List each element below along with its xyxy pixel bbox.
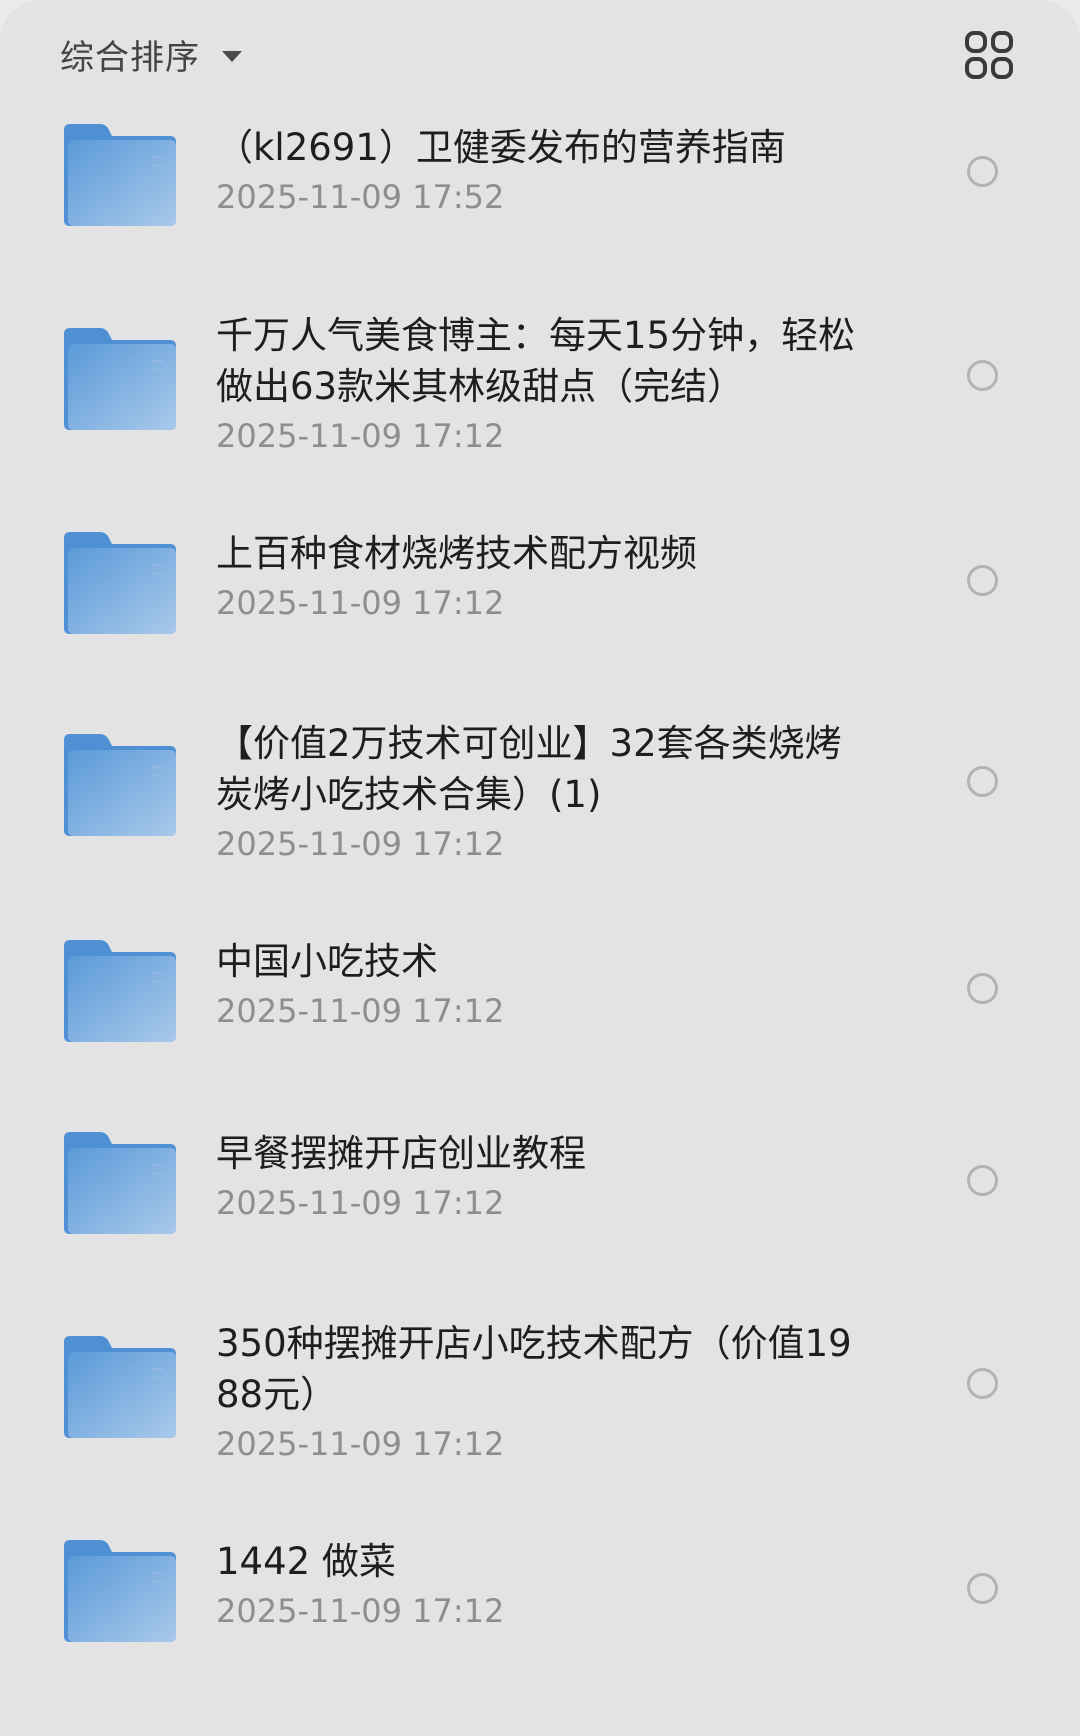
file-name: 1442 做菜 xyxy=(216,1540,396,1583)
file-name: 【价值2万技术可创业】32套各类烧烤炭烤小吃技术合集）(1) xyxy=(216,722,842,816)
grid-view-icon[interactable] xyxy=(964,30,1014,80)
file-name: 千万人气美食博主：每天15分钟，轻松做出63款米其林级甜点（完结） xyxy=(216,314,856,408)
folder-icon xyxy=(64,532,176,634)
folder-icon xyxy=(64,124,176,226)
sort-dropdown[interactable]: 综合排序 xyxy=(60,28,242,80)
select-radio[interactable] xyxy=(967,766,998,797)
folder-icon xyxy=(64,1540,176,1642)
file-row[interactable]: 1442 做菜 2025-11-09 17:12 xyxy=(0,1530,1080,1680)
file-timestamp: 2025-11-09 17:12 xyxy=(216,825,505,863)
file-timestamp: 2025-11-09 17:52 xyxy=(216,178,505,216)
file-timestamp: 2025-11-09 17:12 xyxy=(216,1184,505,1222)
select-radio[interactable] xyxy=(967,973,998,1004)
file-row[interactable]: 上百种食材烧烤技术配方视频 2025-11-09 17:12 xyxy=(0,522,1080,672)
file-timestamp: 2025-11-09 17:12 xyxy=(216,1592,505,1630)
folder-icon xyxy=(64,1132,176,1234)
select-radio[interactable] xyxy=(967,1165,998,1196)
file-timestamp: 2025-11-09 17:12 xyxy=(216,1425,505,1463)
file-timestamp: 2025-11-09 17:12 xyxy=(216,584,505,622)
select-radio[interactable] xyxy=(967,1573,998,1604)
file-row[interactable]: （kl2691）卫健委发布的营养指南 2025-11-09 17:52 xyxy=(0,112,1080,262)
file-list-panel: 综合排序 （kl2691）卫健委发布的营养指南 2025-11-09 17:52… xyxy=(0,0,1080,1736)
select-radio[interactable] xyxy=(967,360,998,391)
file-name: 上百种食材烧烤技术配方视频 xyxy=(216,532,697,575)
sort-label: 综合排序 xyxy=(60,37,200,78)
file-row[interactable]: 千万人气美食博主：每天15分钟，轻松做出63款米其林级甜点（完结） 2025-1… xyxy=(0,306,1080,476)
select-radio[interactable] xyxy=(967,1368,998,1399)
file-name: 中国小吃技术 xyxy=(216,940,438,983)
folder-icon xyxy=(64,328,176,430)
folder-icon xyxy=(64,734,176,836)
caret-down-icon xyxy=(222,50,242,62)
file-name: （kl2691）卫健委发布的营养指南 xyxy=(216,126,786,169)
file-timestamp: 2025-11-09 17:12 xyxy=(216,992,505,1030)
file-row[interactable]: 350种摆摊开店小吃技术配方（价值1988元） 2025-11-09 17:12 xyxy=(0,1314,1080,1484)
folder-icon xyxy=(64,940,176,1042)
file-name: 350种摆摊开店小吃技术配方（价值1988元） xyxy=(216,1322,852,1416)
folder-icon xyxy=(64,1336,176,1438)
file-row[interactable]: 中国小吃技术 2025-11-09 17:12 xyxy=(0,930,1080,1080)
file-row[interactable]: 【价值2万技术可创业】32套各类烧烤炭烤小吃技术合集）(1) 2025-11-0… xyxy=(0,714,1080,884)
list-header: 综合排序 xyxy=(0,0,1080,100)
select-radio[interactable] xyxy=(967,565,998,596)
select-radio[interactable] xyxy=(967,156,998,187)
file-row[interactable]: 早餐摆摊开店创业教程 2025-11-09 17:12 xyxy=(0,1122,1080,1272)
file-timestamp: 2025-11-09 17:12 xyxy=(216,417,505,455)
file-name: 早餐摆摊开店创业教程 xyxy=(216,1132,586,1175)
